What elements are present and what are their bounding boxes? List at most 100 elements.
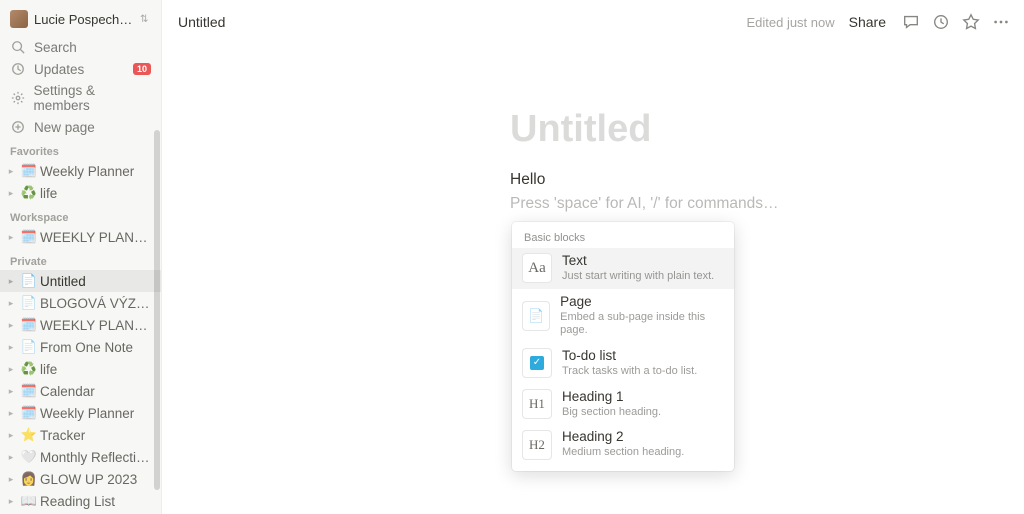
more-icon[interactable] [990, 11, 1012, 33]
page-label: Reading List [40, 494, 153, 509]
favorites-page-item[interactable]: ▸ ♻️ life [0, 182, 161, 204]
body-text[interactable]: Hello [510, 171, 545, 189]
settings-label: Settings & members [33, 83, 151, 113]
search-label: Search [34, 40, 77, 55]
private-page-item[interactable]: ▸ 📄 BLOGOVÁ VÝZVA [0, 292, 161, 314]
slash-item-icon: 📄 [522, 301, 550, 331]
chevron-right-icon[interactable]: ▸ [4, 340, 18, 354]
chevron-updown-icon: ⇅ [140, 14, 148, 25]
updates-label: Updates [34, 62, 84, 77]
edited-status: Edited just now [746, 15, 834, 30]
slash-item-heading-1[interactable]: H1 Heading 1 Big section heading. [512, 384, 734, 425]
chevron-right-icon[interactable]: ▸ [4, 164, 18, 178]
page-label: Weekly Planner [40, 406, 153, 421]
slash-item-label: Page [560, 294, 724, 311]
sidebar-scrollbar[interactable] [154, 130, 160, 490]
page-label: Calendar [40, 384, 153, 399]
slash-menu: Basic blocks Aa Text Just start writing … [512, 222, 734, 471]
slash-item-label: Heading 2 [562, 429, 684, 446]
chevron-right-icon[interactable]: ▸ [4, 274, 18, 288]
slash-item-page[interactable]: 📄 Page Embed a sub-page inside this page… [512, 289, 734, 343]
page-label: Tracker [40, 428, 153, 443]
workspace-switcher[interactable]: Lucie Pospecho… ⇅ [0, 6, 161, 36]
page-emoji-icon: 🗓️ [20, 162, 38, 180]
body-placeholder[interactable]: Press 'space' for AI, '/' for commands… [510, 195, 779, 213]
private-page-item[interactable]: ▸ ♻️ life [0, 358, 161, 380]
page-label: WEEKLY PLANNING [40, 230, 153, 245]
slash-item-desc: Medium section heading. [562, 446, 684, 460]
main-area: Untitled Edited just now Share Untitled … [162, 0, 1024, 514]
page-emoji-icon: 🗓️ [20, 404, 38, 422]
slash-item-desc: Big section heading. [562, 406, 661, 420]
page-emoji-icon: 👩 [20, 470, 38, 488]
gear-icon [10, 90, 25, 106]
private-page-item[interactable]: ▸ 📄 Untitled [0, 270, 161, 292]
sidebar: Lucie Pospecho… ⇅ Search Updates 10 Sett… [0, 0, 162, 514]
slash-item-icon: Aa [522, 253, 552, 283]
page-emoji-icon: 📄 [20, 272, 38, 290]
private-page-item[interactable]: ▸ 🗓️ Calendar [0, 380, 161, 402]
search-nav[interactable]: Search [0, 36, 161, 58]
page-emoji-icon: 📖 [20, 492, 38, 510]
history-icon[interactable] [930, 11, 952, 33]
slash-item-to-do-list[interactable]: ✓ To-do list Track tasks with a to-do li… [512, 343, 734, 384]
slash-item-label: Text [562, 253, 714, 270]
chevron-right-icon[interactable]: ▸ [4, 384, 18, 398]
page-label: GLOW UP 2023 [40, 472, 153, 487]
settings-nav[interactable]: Settings & members [0, 80, 161, 116]
chevron-right-icon[interactable]: ▸ [4, 186, 18, 200]
share-button[interactable]: Share [843, 10, 892, 34]
page-content: Untitled Hello Press 'space' for AI, '/'… [510, 44, 1024, 213]
page-emoji-icon: ♻️ [20, 360, 38, 378]
slash-item-desc: Just start writing with plain text. [562, 270, 714, 284]
chevron-right-icon[interactable]: ▸ [4, 362, 18, 376]
private-page-item[interactable]: ▸ 🤍 Monthly Reflection 20… [0, 446, 161, 468]
chevron-right-icon[interactable]: ▸ [4, 472, 18, 486]
chevron-right-icon[interactable]: ▸ [4, 428, 18, 442]
page-label: life [40, 362, 153, 377]
private-page-item[interactable]: ▸ ⭐ Tracker [0, 424, 161, 446]
chevron-right-icon[interactable]: ▸ [4, 296, 18, 310]
private-page-item[interactable]: ▸ 🗓️ WEEKLY PLANNING (1) [0, 314, 161, 336]
slash-item-text[interactable]: Aa Text Just start writing with plain te… [512, 248, 734, 289]
page-title-input[interactable]: Untitled [510, 108, 651, 151]
page-label: Untitled [40, 274, 153, 289]
private-page-item[interactable]: ▸ 📖 Reading List [0, 490, 161, 512]
comments-icon[interactable] [900, 11, 922, 33]
new-page-label: New page [34, 120, 95, 135]
page-label: life [40, 186, 153, 201]
chevron-right-icon[interactable]: ▸ [4, 318, 18, 332]
workspace-page-item[interactable]: ▸ 🗓️ WEEKLY PLANNING [0, 226, 161, 248]
page-emoji-icon: ♻️ [20, 184, 38, 202]
chevron-right-icon[interactable]: ▸ [4, 450, 18, 464]
updates-nav[interactable]: Updates 10 [0, 58, 161, 80]
page-emoji-icon: 🗓️ [20, 228, 38, 246]
breadcrumb[interactable]: Untitled [174, 10, 229, 34]
section-private: Private [0, 248, 161, 270]
chevron-right-icon[interactable]: ▸ [4, 494, 18, 508]
slash-item-label: Heading 1 [562, 389, 661, 406]
page-label: BLOGOVÁ VÝZVA [40, 296, 153, 311]
slash-item-icon: H1 [522, 389, 552, 419]
workspace-avatar [10, 10, 28, 28]
chevron-right-icon[interactable]: ▸ [4, 230, 18, 244]
chevron-right-icon[interactable]: ▸ [4, 406, 18, 420]
topbar: Untitled Edited just now Share [162, 0, 1024, 44]
favorites-page-item[interactable]: ▸ 🗓️ Weekly Planner [0, 160, 161, 182]
private-page-item[interactable]: ▸ 🗓️ Weekly Planner [0, 402, 161, 424]
plus-circle-icon [10, 119, 26, 135]
page-emoji-icon: 📄 [20, 294, 38, 312]
slash-item-desc: Embed a sub-page inside this page. [560, 311, 724, 339]
page-emoji-icon: 🗓️ [20, 382, 38, 400]
new-page-nav[interactable]: New page [0, 116, 161, 138]
workspace-name: Lucie Pospecho… [34, 12, 134, 27]
slash-item-heading-2[interactable]: H2 Heading 2 Medium section heading. [512, 424, 734, 465]
private-page-item[interactable]: ▸ 📄 From One Note [0, 336, 161, 358]
search-icon [10, 39, 26, 55]
slash-item-label: To-do list [562, 348, 697, 365]
private-page-item[interactable]: ▸ 👩 GLOW UP 2023 [0, 468, 161, 490]
page-label: From One Note [40, 340, 153, 355]
page-emoji-icon: 🤍 [20, 448, 38, 466]
star-icon[interactable] [960, 11, 982, 33]
slash-item-icon: ✓ [522, 348, 552, 378]
